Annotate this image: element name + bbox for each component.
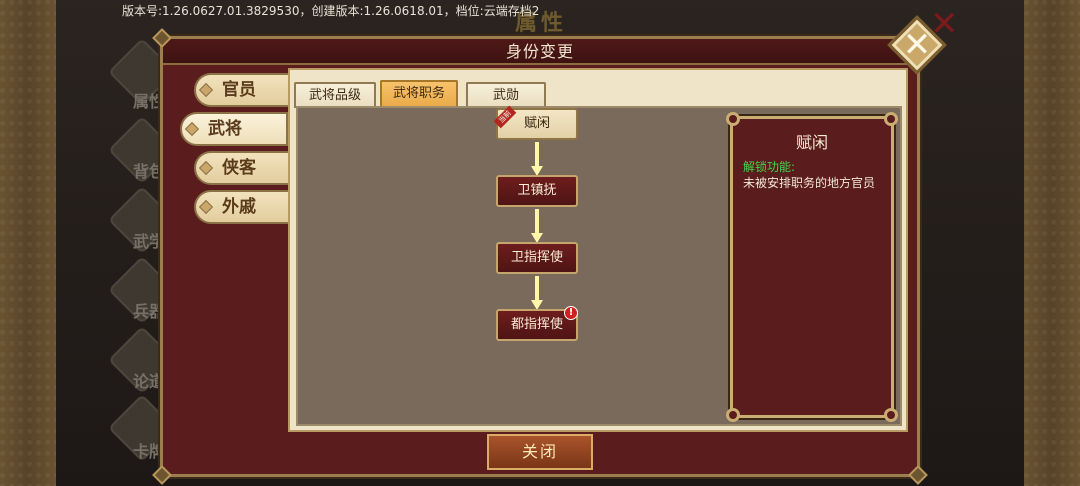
subtab-general-rank[interactable]: 武将品级 bbox=[294, 82, 376, 108]
card-corner-ornament bbox=[884, 408, 898, 422]
rank-node-label: 赋闲 bbox=[523, 116, 550, 131]
down-arrow-icon bbox=[531, 276, 543, 310]
category-tab-label: 官员 bbox=[222, 80, 256, 100]
card-corner-ornament bbox=[726, 408, 740, 422]
current-ribbon: 当前 bbox=[493, 105, 517, 129]
alert-badge-icon: ! bbox=[564, 306, 578, 320]
close-button[interactable]: 关闭 bbox=[487, 434, 593, 470]
category-tab-label: 侠客 bbox=[222, 158, 256, 178]
close-icon: ✕ bbox=[902, 25, 932, 65]
category-tab-label: 外戚 bbox=[222, 197, 256, 217]
dialog-title: 身份变更 bbox=[163, 39, 917, 65]
category-tab-officials[interactable]: 官员 bbox=[194, 73, 294, 107]
rank-node-label: 卫指挥使 bbox=[510, 250, 563, 265]
subtab-merit[interactable]: 武勋 bbox=[466, 82, 546, 108]
diamond-bullet-icon bbox=[198, 160, 214, 176]
info-description: 未被安排职务的地方官员 bbox=[743, 176, 876, 190]
rank-node-label: 都指挥使 bbox=[510, 317, 563, 332]
category-tab-heroes[interactable]: 侠客 bbox=[194, 151, 294, 185]
left-border-band bbox=[0, 0, 56, 486]
down-arrow-icon bbox=[531, 142, 543, 176]
category-tab-relatives[interactable]: 外戚 bbox=[194, 190, 294, 224]
card-corner-ornament bbox=[726, 112, 740, 126]
rank-node-idle[interactable]: 当前 赋闲 bbox=[493, 105, 578, 140]
info-title: 赋闲 bbox=[795, 133, 828, 152]
diamond-bullet-icon bbox=[184, 121, 200, 137]
rank-node-label: 卫镇抚 bbox=[517, 183, 557, 198]
rank-node-wei-zhihuishi[interactable]: 卫指挥使 bbox=[496, 242, 578, 274]
right-border-band bbox=[1024, 0, 1080, 486]
category-tab-label: 武将 bbox=[208, 119, 242, 139]
category-tab-generals[interactable]: 武将 bbox=[180, 112, 288, 146]
card-corner-ornament bbox=[884, 112, 898, 126]
rank-node-wei-zhenfu[interactable]: 卫镇抚 bbox=[496, 175, 578, 207]
close-dialog-button[interactable]: ✕ bbox=[887, 15, 947, 75]
rank-node-du-zhihuishi[interactable]: 都指挥使 ! bbox=[496, 306, 578, 341]
subtab-general-post[interactable]: 武将职务 bbox=[380, 80, 458, 108]
diamond-bullet-icon bbox=[198, 82, 214, 98]
version-info: 版本号:1.26.0627.01.3829530，创建版本:1.26.0618.… bbox=[122, 4, 540, 18]
diamond-bullet-icon bbox=[198, 199, 214, 215]
down-arrow-icon bbox=[531, 209, 543, 243]
unlock-label: 解锁功能: bbox=[743, 160, 796, 174]
rank-info-card: 赋闲 解锁功能: 未被安排职务的地方官员 bbox=[726, 112, 898, 422]
